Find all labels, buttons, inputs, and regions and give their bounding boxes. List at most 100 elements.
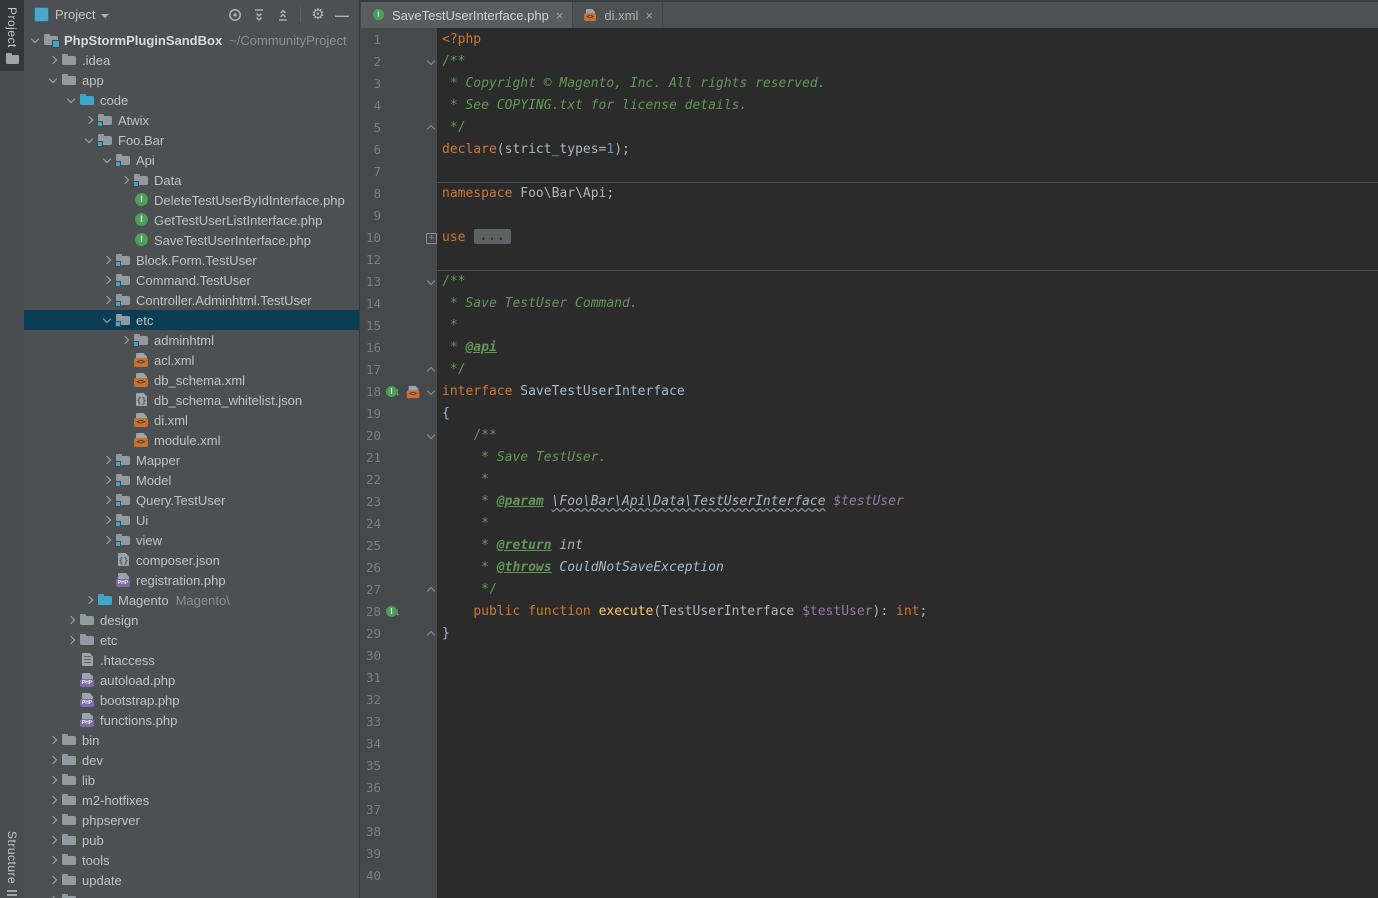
tree-row[interactable]: lib <box>24 770 359 790</box>
tree-chevron-icon[interactable] <box>46 750 61 770</box>
editor-tab[interactable]: SaveTestUserInterface.php× <box>360 2 573 28</box>
tree-row[interactable]: Foo.Bar <box>24 130 359 150</box>
tree-row[interactable]: etc <box>24 310 359 330</box>
code-text[interactable]: * Copyright © Magento, Inc. All rights r… <box>442 73 1378 95</box>
tree-row[interactable]: etc <box>24 630 359 650</box>
tree-row[interactable]: di.xml <box>24 410 359 430</box>
fold-marker-icon[interactable] <box>425 381 438 403</box>
tree-chevron-icon[interactable] <box>100 250 115 270</box>
tree-row[interactable]: Atwix <box>24 110 359 130</box>
code-text[interactable]: <?php <box>442 29 1378 51</box>
code-text[interactable]: * Save TestUser. <box>442 447 1378 469</box>
tree-row[interactable]: functions.php <box>24 710 359 730</box>
tree-row[interactable]: Controller.Adminhtml.TestUser <box>24 290 359 310</box>
code-text[interactable]: * <box>442 315 1378 337</box>
code-text[interactable]: } <box>442 623 1378 645</box>
fold-marker-icon[interactable] <box>425 579 438 601</box>
code-text[interactable]: public function execute(TestUserInterfac… <box>442 601 1378 623</box>
tree-row[interactable]: acl.xml <box>24 350 359 370</box>
code-text[interactable]: * @return int <box>442 535 1378 557</box>
tree-row[interactable]: Block.Form.TestUser <box>24 250 359 270</box>
tree-row[interactable]: Ui <box>24 510 359 530</box>
fold-marker-icon[interactable] <box>425 117 438 139</box>
tree-chevron-icon[interactable] <box>46 890 61 898</box>
chevron-down-icon[interactable] <box>101 14 109 18</box>
tree-chevron-icon[interactable] <box>100 290 115 310</box>
hide-toolwindow-icon[interactable]: — <box>333 6 351 24</box>
tree-row[interactable]: phpserver <box>24 810 359 830</box>
tree-row[interactable]: var <box>24 890 359 898</box>
tree-chevron-icon[interactable] <box>100 450 115 470</box>
tree-row[interactable]: GetTestUserListInterface.php <box>24 210 359 230</box>
tree-chevron-icon[interactable] <box>100 510 115 530</box>
code-text[interactable]: */ <box>442 579 1378 601</box>
fold-marker-icon[interactable] <box>425 271 438 293</box>
tree-row[interactable]: adminhtml <box>24 330 359 350</box>
tree-row[interactable]: Model <box>24 470 359 490</box>
tree-row[interactable]: app <box>24 70 359 90</box>
code-text[interactable]: * <box>442 469 1378 491</box>
tree-row[interactable]: Data <box>24 170 359 190</box>
tree-chevron-icon[interactable] <box>46 730 61 750</box>
tree-chevron-icon[interactable] <box>46 790 61 810</box>
tree-row[interactable]: m2-hotfixes <box>24 790 359 810</box>
tree-chevron-icon[interactable] <box>28 30 43 50</box>
stripe-tab-project[interactable]: Project <box>0 0 24 71</box>
tree-chevron-icon[interactable] <box>100 310 115 330</box>
tree-row[interactable]: autoload.php <box>24 670 359 690</box>
code-text[interactable]: * See COPYING.txt for license details. <box>442 95 1378 117</box>
tree-chevron-icon[interactable] <box>46 50 61 70</box>
code-text[interactable]: */ <box>442 117 1378 139</box>
tree-chevron-icon[interactable] <box>118 330 133 350</box>
code-text[interactable]: /** <box>442 51 1378 73</box>
tree-row[interactable]: pub <box>24 830 359 850</box>
tree-chevron-icon[interactable] <box>82 590 97 610</box>
tree-chevron-icon[interactable] <box>64 630 79 650</box>
tree-row[interactable]: update <box>24 870 359 890</box>
fold-marker-icon[interactable] <box>425 227 438 249</box>
settings-gear-icon[interactable]: ⚙ <box>309 6 327 24</box>
code-text[interactable]: namespace Foo\Bar\Api; <box>442 183 1378 205</box>
tree-chevron-icon[interactable] <box>46 810 61 830</box>
tree-chevron-icon[interactable] <box>46 830 61 850</box>
tree-chevron-icon[interactable] <box>64 90 79 110</box>
fold-marker-icon[interactable] <box>425 51 438 73</box>
tree-row[interactable]: .idea <box>24 50 359 70</box>
fold-marker-icon[interactable] <box>425 623 438 645</box>
tree-chevron-icon[interactable] <box>100 270 115 290</box>
code-text[interactable]: */ <box>442 359 1378 381</box>
code-text[interactable]: use ... <box>442 227 1378 249</box>
tree-chevron-icon[interactable] <box>100 490 115 510</box>
tree-chevron-icon[interactable] <box>46 870 61 890</box>
code-text[interactable]: * <box>442 513 1378 535</box>
fold-marker-icon[interactable] <box>425 425 438 447</box>
tree-chevron-icon[interactable] <box>82 130 97 150</box>
code-text[interactable]: * @api <box>442 337 1378 359</box>
tree-row[interactable]: registration.php <box>24 570 359 590</box>
select-opened-file-icon[interactable] <box>226 6 244 24</box>
tree-row[interactable]: db_schema_whitelist.json <box>24 390 359 410</box>
close-icon[interactable]: × <box>645 9 653 22</box>
editor-area[interactable]: 1<?php2/**3 * Copyright © Magento, Inc. … <box>360 28 1378 898</box>
editor-tab[interactable]: di.xml× <box>573 2 663 28</box>
tree-row[interactable]: code <box>24 90 359 110</box>
tree-row[interactable]: .htaccess <box>24 650 359 670</box>
tree-row[interactable]: view <box>24 530 359 550</box>
fold-marker-icon[interactable] <box>425 359 438 381</box>
tree-row[interactable]: bin <box>24 730 359 750</box>
tree-chevron-icon[interactable] <box>46 850 61 870</box>
code-text[interactable]: * @throws CouldNotSaveException <box>442 557 1378 579</box>
tree-chevron-icon[interactable] <box>100 530 115 550</box>
stripe-tab-structure[interactable]: Structure <box>0 824 24 898</box>
code-text[interactable]: * Save TestUser Command. <box>442 293 1378 315</box>
tree-chevron-icon[interactable] <box>46 70 61 90</box>
tree-chevron-icon[interactable] <box>82 110 97 130</box>
tree-row[interactable]: Command.TestUser <box>24 270 359 290</box>
code-text[interactable]: /** <box>442 271 1378 293</box>
tree-row[interactable]: PhpStormPluginSandBox~/CommunityProject <box>24 30 359 50</box>
tree-chevron-icon[interactable] <box>118 170 133 190</box>
project-view-selector[interactable]: Project <box>55 7 95 22</box>
tree-row[interactable]: db_schema.xml <box>24 370 359 390</box>
code-text[interactable]: declare(strict_types=1); <box>442 139 1378 161</box>
expand-all-icon[interactable] <box>250 6 268 24</box>
